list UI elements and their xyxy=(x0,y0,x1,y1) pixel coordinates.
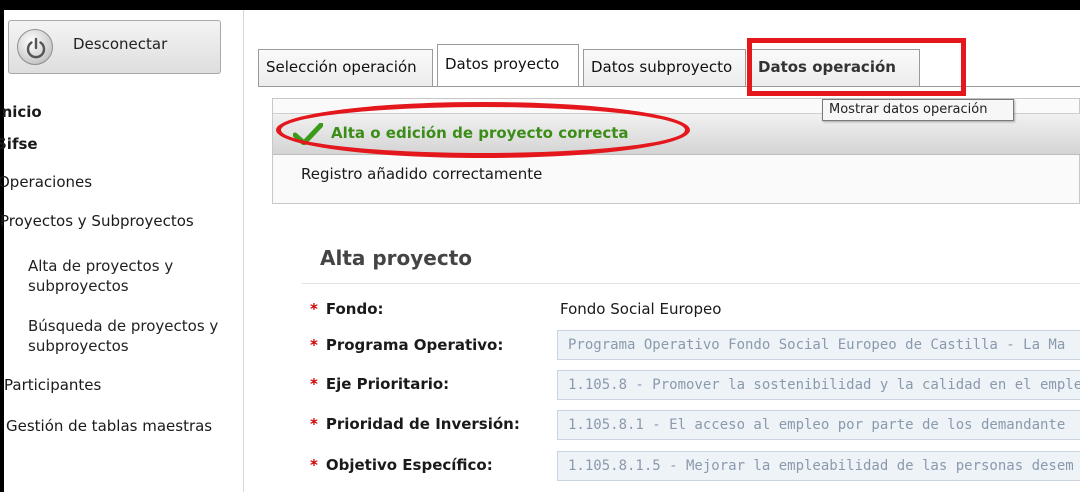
field-label-eje-prioritario: * Eje Prioritario: xyxy=(310,375,450,393)
highlight-rectangle xyxy=(747,38,966,96)
tab-datos-proyecto[interactable]: Datos proyecto xyxy=(437,44,579,87)
field-label-fondo: * Fondo: xyxy=(310,300,384,318)
sidebar-item-inicio[interactable]: Inicio xyxy=(0,103,42,121)
disconnect-button[interactable]: Desconectar xyxy=(8,20,221,74)
sidebar-item-participantes[interactable]: Participantes xyxy=(4,376,101,394)
sidebar-item-proyectos-subproyectos[interactable]: Proyectos y Subproyectos xyxy=(0,212,194,230)
sidebar-item-alta-proyectos[interactable]: Alta de proyectos y subproyectos xyxy=(28,256,238,296)
sidebar-item-operaciones[interactable]: Operaciones xyxy=(0,173,92,191)
sidebar: Desconectar Inicio Sifse Operaciones Pro… xyxy=(0,10,244,492)
power-icon xyxy=(17,29,53,65)
tooltip: Mostrar datos operación xyxy=(822,99,1014,121)
form-title-divider xyxy=(302,283,1080,284)
objetivo-especifico-field[interactable]: 1.105.8.1.5 - Mejorar la empleabilidad d… xyxy=(557,451,1080,481)
tab-seleccion-operacion[interactable]: Selección operación xyxy=(258,49,433,86)
required-marker: * xyxy=(310,456,318,474)
field-label-objetivo-especifico: * Objetivo Específico: xyxy=(310,456,493,474)
required-marker: * xyxy=(310,375,318,393)
prioridad-inversion-field[interactable]: 1.105.8.1 - El acceso al empleo por part… xyxy=(557,410,1080,440)
window-top-border xyxy=(0,0,1080,10)
tab-datos-subproyecto[interactable]: Datos subproyecto xyxy=(583,49,746,86)
field-value-fondo: Fondo Social Europeo xyxy=(560,300,722,318)
sidebar-item-sifse[interactable]: Sifse xyxy=(0,135,38,153)
required-marker: * xyxy=(310,300,318,318)
sidebar-item-busqueda-proyectos[interactable]: Búsqueda de proyectos y subproyectos xyxy=(28,316,253,356)
success-message-body: Registro añadido correctamente xyxy=(301,165,543,183)
programa-operativo-field[interactable]: Programa Operativo Fondo Social Europeo … xyxy=(557,330,1080,360)
required-marker: * xyxy=(310,415,318,433)
eje-prioritario-field[interactable]: 1.105.8 - Promover la sostenibilidad y l… xyxy=(557,370,1080,400)
highlight-ellipse xyxy=(276,102,690,158)
form-title: Alta proyecto xyxy=(320,246,473,270)
disconnect-label: Desconectar xyxy=(73,35,168,53)
sidebar-item-gestion-tablas[interactable]: Gestión de tablas maestras xyxy=(6,417,212,435)
field-label-programa-operativo: * Programa Operativo: xyxy=(310,336,504,354)
field-label-prioridad-inversion: * Prioridad de Inversión: xyxy=(310,415,520,433)
required-marker: * xyxy=(310,336,318,354)
